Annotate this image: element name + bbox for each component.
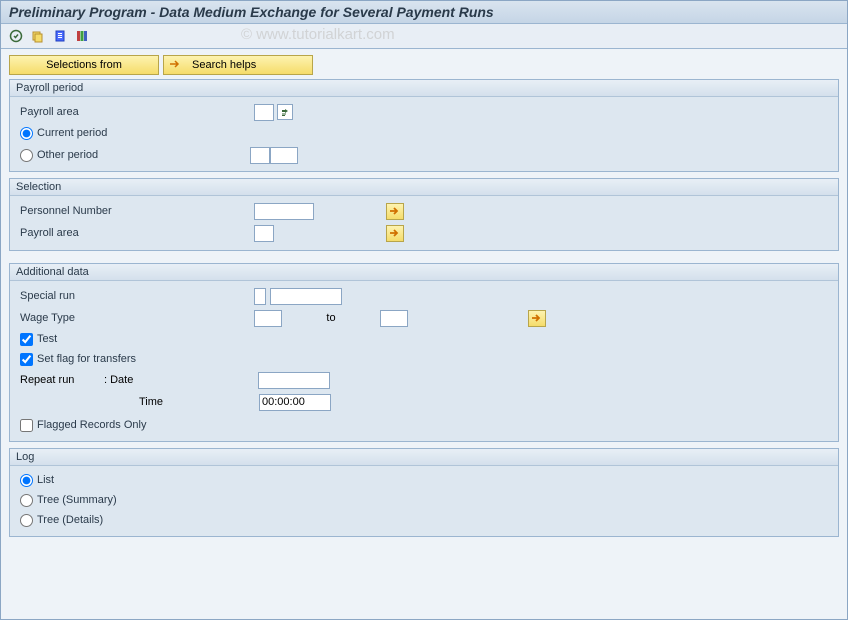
panel-header-selection: Selection: [10, 179, 838, 196]
button-row: Selections from Search helps: [9, 55, 839, 75]
special-run-input-2[interactable]: [270, 288, 342, 305]
other-period-label: Other period: [37, 149, 250, 161]
time-label: Time: [92, 396, 167, 408]
time-input[interactable]: [259, 394, 331, 411]
multiple-selection-icon[interactable]: [528, 310, 546, 327]
wage-type-to-label: to: [286, 312, 376, 324]
set-flag-label: Set flag for transfers: [37, 353, 136, 365]
wage-type-to-input[interactable]: [380, 310, 408, 327]
payroll-area-sel-input[interactable]: [254, 225, 274, 242]
payroll-area-label: Payroll area: [20, 106, 250, 118]
panel-selection: Selection Personnel Number Payroll area: [9, 178, 839, 251]
personnel-number-label: Personnel Number: [20, 205, 250, 217]
execute-icon[interactable]: [7, 27, 25, 45]
get-variant-icon[interactable]: [29, 27, 47, 45]
current-period-label: Current period: [37, 127, 107, 139]
other-period-input-2[interactable]: [270, 147, 298, 164]
panel-payroll-period: Payroll period Payroll area Current peri…: [9, 79, 839, 172]
selections-from-button[interactable]: Selections from: [9, 55, 159, 75]
page-title: Preliminary Program - Data Medium Exchan…: [1, 1, 847, 24]
panel-additional-data: Additional data Special run Wage Type to: [9, 263, 839, 442]
panel-header-additional: Additional data: [10, 264, 838, 281]
payroll-area-sel-label: Payroll area: [20, 227, 250, 239]
log-list-radio[interactable]: [20, 474, 33, 487]
wage-type-from-input[interactable]: [254, 310, 282, 327]
current-period-radio[interactable]: [20, 127, 33, 140]
log-tree-details-radio[interactable]: [20, 514, 33, 527]
flagged-only-label: Flagged Records Only: [37, 419, 146, 431]
panel-log: Log List Tree (Summary) Tree (Details): [9, 448, 839, 537]
watermark-text: © www.tutorialkart.com: [241, 26, 395, 43]
log-tree-details-label: Tree (Details): [37, 514, 103, 526]
log-tree-summary-label: Tree (Summary): [37, 494, 117, 506]
payroll-area-input[interactable]: [254, 104, 274, 121]
test-label: Test: [37, 333, 57, 345]
multiple-selection-icon[interactable]: [386, 225, 404, 242]
application-toolbar: © www.tutorialkart.com: [1, 24, 847, 49]
status-icon[interactable]: [73, 27, 91, 45]
test-checkbox[interactable]: [20, 333, 33, 346]
content-area: Selections from Search helps Payroll per…: [1, 49, 847, 549]
multiple-selection-icon[interactable]: [386, 203, 404, 220]
program-docs-icon[interactable]: [51, 27, 69, 45]
wage-type-label: Wage Type: [20, 312, 250, 324]
set-flag-checkbox[interactable]: [20, 353, 33, 366]
panel-header-log: Log: [10, 449, 838, 466]
search-helps-label: Search helps: [192, 59, 256, 71]
log-list-label: List: [37, 474, 54, 486]
arrow-right-icon: [170, 59, 182, 72]
flagged-only-checkbox[interactable]: [20, 419, 33, 432]
other-period-input-1[interactable]: [250, 147, 270, 164]
repeat-run-date-label: : Date: [104, 374, 254, 386]
log-tree-summary-radio[interactable]: [20, 494, 33, 507]
repeat-run-label: Repeat run: [20, 374, 100, 386]
panel-header-payroll: Payroll period: [10, 80, 838, 97]
personnel-number-input[interactable]: [254, 203, 314, 220]
other-period-radio[interactable]: [20, 149, 33, 162]
repeat-run-date-input[interactable]: [258, 372, 330, 389]
special-run-input-1[interactable]: [254, 288, 266, 305]
f4-help-icon[interactable]: [277, 104, 293, 120]
main-window: Preliminary Program - Data Medium Exchan…: [0, 0, 848, 620]
special-run-label: Special run: [20, 290, 250, 302]
search-helps-button[interactable]: Search helps: [163, 55, 313, 75]
